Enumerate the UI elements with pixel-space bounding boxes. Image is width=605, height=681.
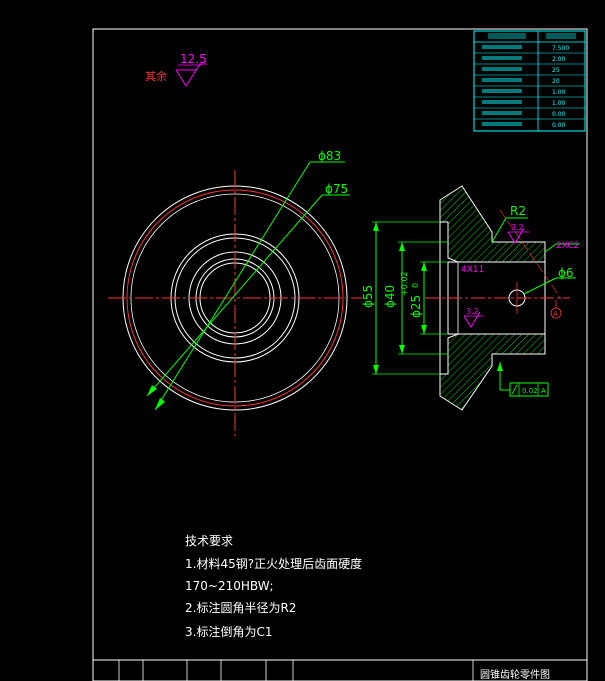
surface-roughness-mark: 其余 12.5: [145, 52, 207, 87]
table-row-value: 1.00: [552, 100, 566, 107]
table-row-name-mark: [482, 111, 522, 115]
dim-key: 4X11: [461, 265, 484, 275]
section-upper: [439, 185, 546, 263]
front-view: ϕ83 ϕ75: [108, 149, 362, 436]
dim-line-outer: [154, 161, 311, 411]
tech-req-title: 技术要求: [185, 534, 233, 548]
table-row-name-mark: [482, 122, 522, 126]
table-row-value: 20: [552, 78, 560, 85]
section-lower: [439, 333, 546, 411]
tech-req-line-4: 3.标注倒角为C1: [185, 624, 272, 639]
dim-chamfer: 2XC2: [556, 241, 579, 251]
dim-r2: R2: [510, 204, 526, 218]
tech-req-line-1: 1.材料45钢?正火处理后齿面硬度: [185, 556, 362, 571]
table-row-name-mark: [482, 56, 522, 60]
rough-bottom: 3.2: [466, 307, 479, 316]
table-row-value: 0.00: [552, 122, 566, 129]
dim-outer-diameter: ϕ83: [318, 149, 341, 163]
gt-value: 0.02: [522, 387, 538, 395]
dim-d40: ϕ40: [383, 285, 397, 308]
table-row-name-mark: [482, 78, 522, 82]
dim-pitch-diameter: ϕ75: [325, 182, 348, 196]
roughness-symbol: [175, 63, 207, 87]
table-row-name-mark: [482, 89, 522, 93]
table-row-value: 25: [552, 67, 560, 74]
drawing-frame: [92, 28, 588, 681]
surface-roughness-label: 其余: [145, 69, 167, 83]
table-row-name-mark: [482, 45, 522, 49]
rough-top: 3.2: [511, 223, 524, 232]
table-row-value: 0.00: [552, 111, 566, 118]
dim-tol-lower: 0: [411, 283, 420, 288]
table-row-value: 7.500: [552, 45, 569, 52]
title-block: 圆锥齿轮零件图: [93, 659, 587, 681]
gt-datum: A: [541, 387, 546, 395]
section-view: ϕ55 ϕ40 ϕ25 +0.02 0 R2 3.2 2XC2 ϕ6 4X11: [361, 185, 580, 411]
dim-d55: ϕ55: [361, 285, 375, 308]
roughness-value: 12.5: [180, 52, 207, 66]
tech-req-line-3: 2.标注圆角半径为R2: [185, 600, 296, 615]
cad-drawing: 其余 12.5 7.500 2.00 25 20 1.00 1.00 0.00 0.00 ϕ8…: [92, 28, 588, 681]
tech-requirements: 技术要求 1.材料45钢?正火处理后齿面硬度 170~210HBW; 2.标注圆…: [185, 534, 362, 639]
tech-req-line-2: 170~210HBW;: [185, 579, 274, 593]
datum-marker-label: A: [553, 310, 558, 318]
title-block-name: 圆锥齿轮零件图: [480, 668, 550, 681]
table-row-value: 1.00: [552, 89, 566, 96]
dim-tol-upper: +0.02: [400, 271, 409, 296]
params-table: 7.500 2.00 25 20 1.00 1.00 0.00 0.00: [473, 30, 586, 132]
table-row-name-mark: [482, 100, 522, 104]
table-row-value: 2.00: [552, 56, 566, 63]
dim-d25: ϕ25: [409, 295, 423, 318]
table-row-name-mark: [482, 67, 522, 71]
dim-hole: ϕ6: [558, 266, 574, 280]
